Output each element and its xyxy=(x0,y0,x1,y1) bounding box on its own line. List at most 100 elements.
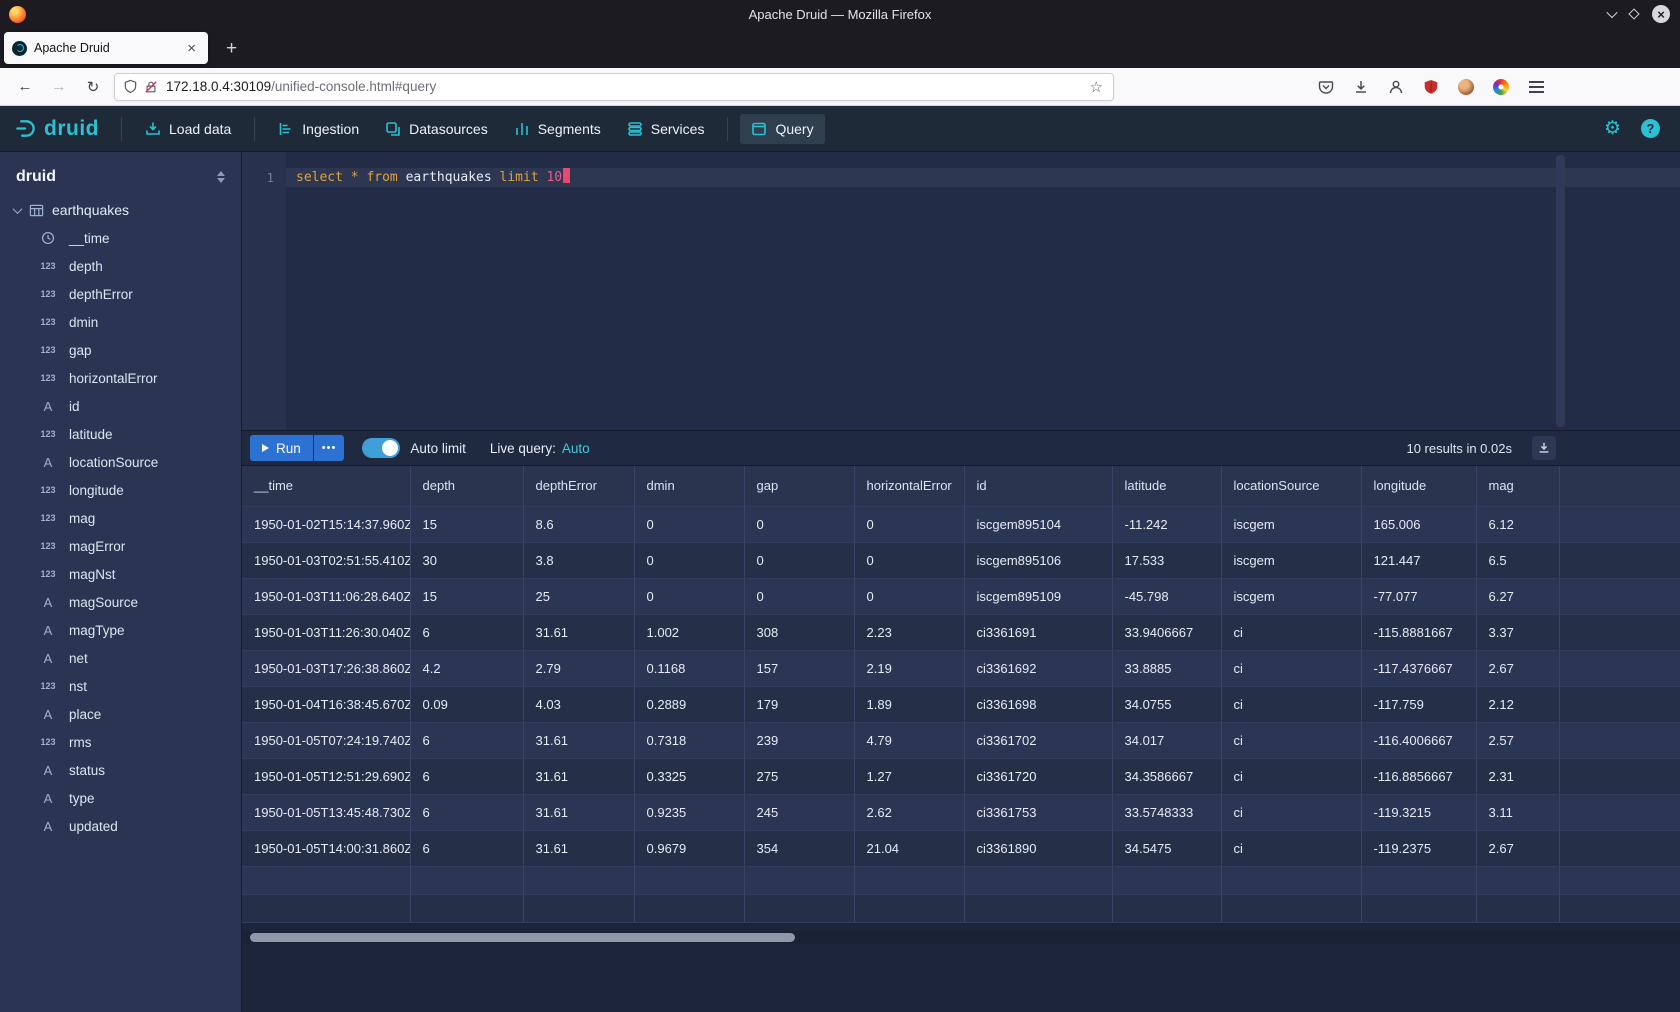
table-cell[interactable]: ci3361890 xyxy=(964,830,1112,866)
table-cell[interactable]: iscgem895106 xyxy=(964,542,1112,578)
table-cell[interactable]: -116.8856667 xyxy=(1361,758,1476,794)
druid-logo[interactable]: druid xyxy=(14,117,99,141)
sidebar-column-place[interactable]: Aplace xyxy=(0,700,241,728)
table-cell[interactable]: 157 xyxy=(744,650,854,686)
nav-query[interactable]: Query xyxy=(740,114,824,144)
table-cell[interactable]: 2.62 xyxy=(854,794,964,830)
table-cell[interactable]: 31.61 xyxy=(523,614,634,650)
table-cell[interactable]: -115.8881667 xyxy=(1361,614,1476,650)
table-cell[interactable]: 4.79 xyxy=(854,722,964,758)
column-header-longitude[interactable]: longitude xyxy=(1361,466,1476,506)
containers-pinwheel-icon[interactable] xyxy=(1491,77,1511,97)
table-cell[interactable]: ci xyxy=(1221,758,1361,794)
table-cell[interactable]: 6.12 xyxy=(1476,506,1559,542)
table-cell[interactable]: 2.67 xyxy=(1476,830,1559,866)
table-cell[interactable]: 6 xyxy=(410,794,523,830)
live-query-value[interactable]: Auto xyxy=(562,441,590,456)
table-cell[interactable]: 15 xyxy=(410,506,523,542)
insecure-lock-icon[interactable] xyxy=(144,80,158,94)
table-cell[interactable]: 2.12 xyxy=(1476,686,1559,722)
nav-ingestion[interactable]: Ingestion xyxy=(267,114,370,144)
forward-button[interactable]: → xyxy=(46,74,72,100)
table-cell[interactable]: 21.04 xyxy=(854,830,964,866)
column-header-dmin[interactable]: dmin xyxy=(634,466,744,506)
pocket-icon[interactable] xyxy=(1316,77,1336,97)
table-cell[interactable]: 2.31 xyxy=(1476,758,1559,794)
table-cell[interactable]: -119.3215 xyxy=(1361,794,1476,830)
table-cell[interactable]: 179 xyxy=(744,686,854,722)
table-cell[interactable]: 245 xyxy=(744,794,854,830)
column-header-__time[interactable]: __time xyxy=(242,466,410,506)
extension-icon[interactable] xyxy=(1456,77,1476,97)
table-cell[interactable]: 3.11 xyxy=(1476,794,1559,830)
menu-icon[interactable] xyxy=(1526,77,1546,97)
sidebar-column-dmin[interactable]: 123dmin xyxy=(0,308,241,336)
table-cell[interactable]: 2.23 xyxy=(854,614,964,650)
table-cell[interactable]: 1.27 xyxy=(854,758,964,794)
table-cell[interactable]: 31.61 xyxy=(523,830,634,866)
column-header-locationSource[interactable]: locationSource xyxy=(1221,466,1361,506)
sidebar-column-locationSource[interactable]: AlocationSource xyxy=(0,448,241,476)
sidebar-column-updated[interactable]: Aupdated xyxy=(0,812,241,840)
sidebar-column-gap[interactable]: 123gap xyxy=(0,336,241,364)
table-cell[interactable]: 6.27 xyxy=(1476,578,1559,614)
table-cell[interactable]: ci xyxy=(1221,614,1361,650)
column-header-id[interactable]: id xyxy=(964,466,1112,506)
sidebar-column-status[interactable]: Astatus xyxy=(0,756,241,784)
table-cell[interactable]: -117.4376667 xyxy=(1361,650,1476,686)
table-cell[interactable]: ci3361692 xyxy=(964,650,1112,686)
table-cell[interactable]: 33.5748333 xyxy=(1112,794,1221,830)
table-cell[interactable]: -11.242 xyxy=(1112,506,1221,542)
editor-scrollbar[interactable] xyxy=(1556,155,1565,427)
table-cell[interactable]: -119.2375 xyxy=(1361,830,1476,866)
table-cell[interactable]: 1950-01-05T12:51:29.690Z xyxy=(242,758,410,794)
table-cell[interactable]: 1950-01-03T11:06:28.640Z xyxy=(242,578,410,614)
table-cell[interactable]: 0.09 xyxy=(410,686,523,722)
table-cell[interactable]: 1950-01-02T15:14:37.960Z xyxy=(242,506,410,542)
ublock-shield-icon[interactable] xyxy=(1421,77,1441,97)
horizontal-scrollbar-thumb[interactable] xyxy=(250,933,795,942)
table-cell[interactable]: 0 xyxy=(744,578,854,614)
table-cell[interactable]: 31.61 xyxy=(523,794,634,830)
nav-load-data[interactable]: Load data xyxy=(134,114,242,144)
table-cell[interactable]: 0.2889 xyxy=(634,686,744,722)
table-cell[interactable]: -45.798 xyxy=(1112,578,1221,614)
table-cell[interactable]: ci3361753 xyxy=(964,794,1112,830)
table-cell[interactable]: 1950-01-04T16:38:45.670Z xyxy=(242,686,410,722)
nav-services[interactable]: Services xyxy=(616,114,716,144)
table-cell[interactable]: iscgem895104 xyxy=(964,506,1112,542)
table-cell[interactable]: ci xyxy=(1221,686,1361,722)
sidebar-column-magSource[interactable]: AmagSource xyxy=(0,588,241,616)
table-cell[interactable]: 6 xyxy=(410,722,523,758)
table-cell[interactable]: ci3361702 xyxy=(964,722,1112,758)
table-cell[interactable]: 31.61 xyxy=(523,722,634,758)
bookmark-star-icon[interactable]: ☆ xyxy=(1088,78,1105,96)
column-header-depthError[interactable]: depthError xyxy=(523,466,634,506)
sidebar-column-magType[interactable]: AmagType xyxy=(0,616,241,644)
column-header-gap[interactable]: gap xyxy=(744,466,854,506)
table-cell[interactable]: -116.4006667 xyxy=(1361,722,1476,758)
column-header-depth[interactable]: depth xyxy=(410,466,523,506)
table-cell[interactable]: 0.1168 xyxy=(634,650,744,686)
horizontal-scrollbar-track[interactable] xyxy=(242,931,1680,944)
table-cell[interactable]: 6 xyxy=(410,758,523,794)
table-cell[interactable]: 2.79 xyxy=(523,650,634,686)
table-cell[interactable]: 1950-01-03T11:26:30.040Z xyxy=(242,614,410,650)
table-cell[interactable]: 1950-01-03T17:26:38.860Z xyxy=(242,650,410,686)
table-cell[interactable]: iscgem xyxy=(1221,578,1361,614)
table-cell[interactable]: 0.9679 xyxy=(634,830,744,866)
nav-segments[interactable]: Segments xyxy=(503,114,612,144)
table-cell[interactable]: 4.03 xyxy=(523,686,634,722)
table-cell[interactable]: 33.9406667 xyxy=(1112,614,1221,650)
sidebar-column-__time[interactable]: __time xyxy=(0,224,241,252)
new-tab-button[interactable]: + xyxy=(220,39,243,58)
table-cell[interactable]: 275 xyxy=(744,758,854,794)
sidebar-column-horizontalError[interactable]: 123horizontalError xyxy=(0,364,241,392)
table-cell[interactable]: 34.0755 xyxy=(1112,686,1221,722)
sidebar-column-type[interactable]: Atype xyxy=(0,784,241,812)
run-more-button[interactable]: ••• xyxy=(314,435,345,461)
profile-icon[interactable] xyxy=(1386,77,1406,97)
table-cell[interactable]: 0.7318 xyxy=(634,722,744,758)
table-cell[interactable]: ci xyxy=(1221,650,1361,686)
sidebar-column-net[interactable]: Anet xyxy=(0,644,241,672)
